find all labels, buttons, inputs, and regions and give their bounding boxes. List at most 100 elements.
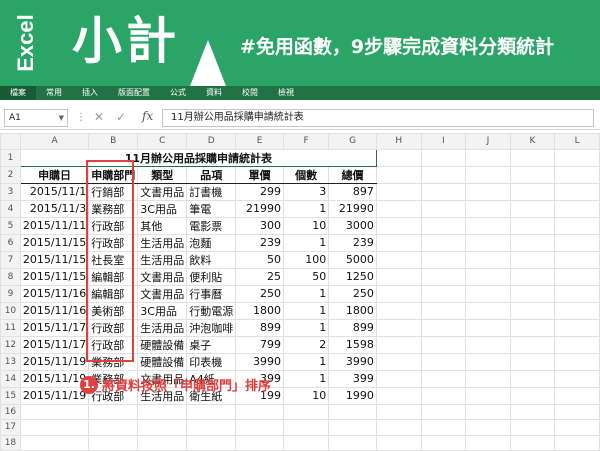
cancel-icon[interactable]: ✕ <box>94 110 104 124</box>
row-header[interactable]: 14 <box>0 369 21 388</box>
column-title-cell[interactable]: 類型 <box>137 165 188 184</box>
column-header[interactable]: B <box>88 133 139 150</box>
cell[interactable] <box>420 301 467 320</box>
cell[interactable] <box>465 148 511 167</box>
cell[interactable] <box>420 165 467 184</box>
row-header[interactable]: 8 <box>0 267 21 286</box>
cell[interactable]: 2015/11/11 <box>19 216 90 235</box>
cell[interactable] <box>88 419 139 436</box>
cell[interactable]: 10 <box>282 216 330 235</box>
cell[interactable]: 筆電 <box>186 199 237 218</box>
cell[interactable]: 799 <box>235 335 284 354</box>
cell[interactable]: 10 <box>282 386 330 405</box>
cell[interactable]: 5000 <box>328 250 377 269</box>
cell[interactable] <box>328 419 377 436</box>
cell[interactable]: 2015/11/16 <box>19 301 90 320</box>
cell[interactable] <box>235 403 284 420</box>
row-header[interactable]: 16 <box>0 403 21 420</box>
cell[interactable]: 行銷部 <box>88 182 139 201</box>
cell[interactable] <box>235 434 284 451</box>
cell[interactable] <box>509 284 556 303</box>
cell[interactable] <box>375 284 422 303</box>
cell[interactable]: 299 <box>235 182 284 201</box>
ribbon-tab[interactable]: 檔案 <box>0 86 36 100</box>
cell[interactable]: 100 <box>282 250 330 269</box>
column-header[interactable]: K <box>509 133 556 150</box>
cell[interactable]: 文書用品 <box>137 182 188 201</box>
cell[interactable]: 300 <box>235 216 284 235</box>
ribbon-tab[interactable]: 檢視 <box>268 86 304 100</box>
cell[interactable] <box>465 318 511 337</box>
cell[interactable] <box>509 419 556 436</box>
cell[interactable]: 飲料 <box>186 250 237 269</box>
row-header[interactable]: 2 <box>0 165 21 184</box>
cell[interactable] <box>19 419 90 436</box>
name-box[interactable]: A1 ▼ <box>4 109 68 127</box>
column-title-cell[interactable]: 申購部門 <box>88 165 139 184</box>
cell[interactable]: 1800 <box>235 301 284 320</box>
row-header[interactable]: 15 <box>0 386 21 405</box>
cell[interactable] <box>554 216 600 235</box>
cell[interactable] <box>420 267 467 286</box>
cell[interactable]: 3000 <box>328 216 377 235</box>
cell[interactable]: 239 <box>328 233 377 252</box>
cell[interactable] <box>554 369 600 388</box>
cell[interactable]: 250 <box>235 284 284 303</box>
cell[interactable] <box>420 403 467 420</box>
cell[interactable] <box>137 403 188 420</box>
cell[interactable] <box>328 434 377 451</box>
cell[interactable]: 3C用品 <box>137 301 188 320</box>
cell[interactable]: 業務部 <box>88 199 139 218</box>
cell[interactable] <box>328 403 377 420</box>
cell[interactable] <box>420 199 467 218</box>
cell[interactable]: 21990 <box>328 199 377 218</box>
cell[interactable]: 2015/11/15 <box>19 233 90 252</box>
cell[interactable]: 399 <box>328 369 377 388</box>
cell[interactable]: 2015/11/19 <box>19 352 90 371</box>
cell[interactable] <box>554 386 600 405</box>
cell[interactable]: 1 <box>282 233 330 252</box>
cell[interactable] <box>509 216 556 235</box>
cell[interactable] <box>554 250 600 269</box>
cell[interactable] <box>88 434 139 451</box>
cell[interactable] <box>465 403 511 420</box>
cell[interactable] <box>465 199 511 218</box>
cell[interactable] <box>19 434 90 451</box>
row-header[interactable]: 1 <box>0 148 21 167</box>
cell[interactable]: 2015/11/19 <box>19 386 90 405</box>
cell[interactable] <box>137 434 188 451</box>
insert-function-icon[interactable]: fx <box>142 109 153 123</box>
column-title-cell[interactable]: 單價 <box>235 165 284 184</box>
cell[interactable]: 897 <box>328 182 377 201</box>
cell[interactable] <box>509 301 556 320</box>
cell[interactable]: 2015/11/17 <box>19 318 90 337</box>
cell[interactable] <box>420 182 467 201</box>
cell[interactable] <box>554 233 600 252</box>
cell[interactable]: 硬體設備 <box>137 335 188 354</box>
cell[interactable] <box>465 386 511 405</box>
cell[interactable] <box>509 182 556 201</box>
formula-input[interactable]: 11月辦公用品採購申請統計表 <box>162 109 594 127</box>
cell[interactable]: 1 <box>282 199 330 218</box>
cell[interactable]: 2015/11/15 <box>19 250 90 269</box>
enter-icon[interactable]: ✓ <box>116 110 126 124</box>
cell[interactable]: 899 <box>235 318 284 337</box>
cell[interactable]: 行動電源 <box>186 301 237 320</box>
cell[interactable]: 行政部 <box>88 233 139 252</box>
cell[interactable] <box>554 199 600 218</box>
cell[interactable] <box>465 182 511 201</box>
cell[interactable] <box>375 335 422 354</box>
cell[interactable] <box>509 148 556 167</box>
cell[interactable] <box>375 267 422 286</box>
cell[interactable] <box>375 301 422 320</box>
ribbon-tab[interactable]: 常用 <box>36 86 72 100</box>
cell[interactable] <box>420 148 467 167</box>
cell[interactable] <box>375 148 422 167</box>
cell[interactable] <box>88 403 139 420</box>
row-header[interactable]: 13 <box>0 352 21 371</box>
cell[interactable] <box>375 216 422 235</box>
cell[interactable] <box>509 369 556 388</box>
cell[interactable] <box>554 419 600 436</box>
column-header[interactable]: D <box>186 133 237 150</box>
cell[interactable]: 1 <box>282 318 330 337</box>
